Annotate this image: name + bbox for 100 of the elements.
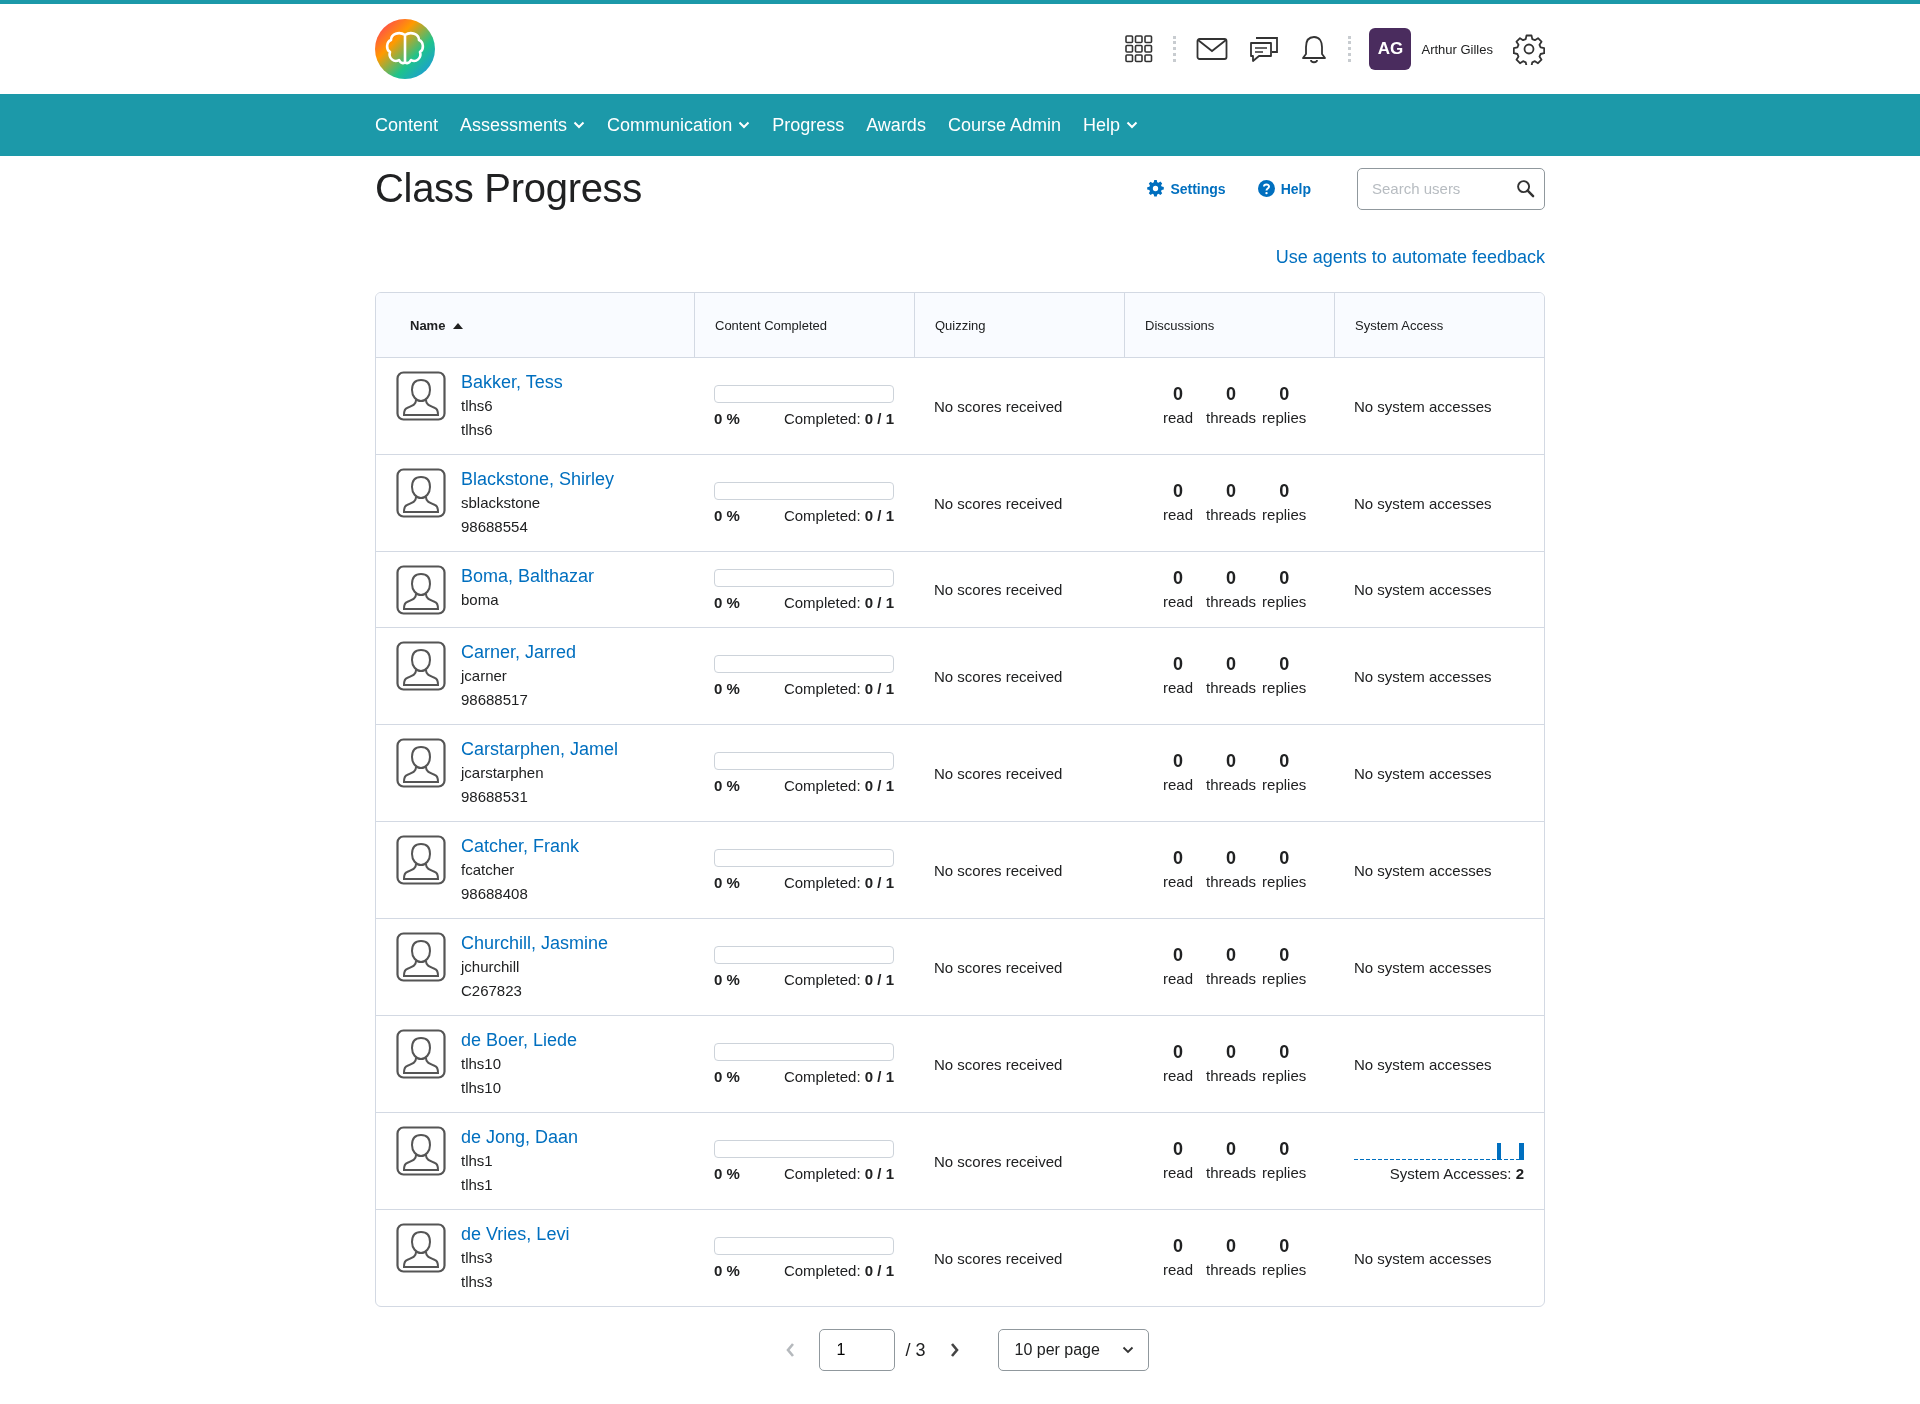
sort-arrow-icon[interactable] <box>453 321 464 329</box>
user-silhouette-icon <box>396 1223 446 1273</box>
user-avatar[interactable]: AG <box>1369 28 1412 70</box>
settings-link[interactable]: Settings <box>1147 180 1226 197</box>
discussion-label: threads <box>1206 872 1257 892</box>
completed-label: Completed: <box>783 1068 861 1085</box>
discussion-count: 0 <box>1173 653 1183 676</box>
student-name-link[interactable]: Bakker, Tess <box>461 370 563 394</box>
access-status: No system accesses <box>1354 397 1492 415</box>
user-name[interactable]: Arthur Gilles <box>1421 41 1493 57</box>
chevron-down-icon[interactable] <box>1121 1346 1134 1354</box>
user-id: fcatcher <box>461 860 516 880</box>
student-name-link[interactable]: Boma, Balthazar <box>461 564 595 588</box>
user-silhouette-icon <box>396 1029 446 1079</box>
quizzing-status: No scores received <box>934 581 1063 598</box>
quizzing-status: No scores received <box>934 667 1063 685</box>
completed-value: 0 / 1 <box>864 874 894 891</box>
discussion-label: threads <box>1206 505 1257 525</box>
nav-link[interactable]: Help <box>1082 114 1138 136</box>
help-link[interactable]: Help <box>1257 180 1311 197</box>
percent-value: 0 % <box>714 1262 740 1279</box>
discussion-count: 0 <box>1173 944 1183 967</box>
discussion-count: 0 <box>1226 847 1237 870</box>
discussion-label: replies <box>1262 775 1307 795</box>
quizzing-status: No scores received <box>934 1152 1063 1170</box>
nav-link[interactable]: Progress <box>772 114 845 136</box>
completed-label: Completed: <box>783 507 861 524</box>
completed-value: 0 / 1 <box>864 593 894 611</box>
discussion-label: read <box>1163 1163 1193 1183</box>
completed-label: Completed: <box>783 1165 861 1182</box>
discussion-count: 0 <box>1226 480 1237 503</box>
app-grid-icon[interactable] <box>1125 34 1154 64</box>
discussion-count: 0 <box>1279 566 1290 590</box>
logo-icon[interactable] <box>375 19 435 79</box>
student-name-link[interactable]: Blackstone, Shirley <box>461 467 615 491</box>
column-header: Discussions <box>1145 317 1215 333</box>
nav-link[interactable]: Communication <box>607 114 751 136</box>
search-icon[interactable] <box>1516 178 1535 198</box>
chat-icon[interactable] <box>1248 34 1281 64</box>
discussion-label: threads <box>1206 408 1257 428</box>
discussion-count: 0 <box>1226 1138 1237 1161</box>
discussion-label: threads <box>1206 1066 1257 1086</box>
discussion-count: 0 <box>1279 653 1290 676</box>
percent-value: 0 % <box>714 680 740 697</box>
user-id: sblackstone <box>461 493 542 513</box>
completed-label: Completed: <box>783 680 861 697</box>
discussion-count: 0 <box>1226 566 1237 590</box>
student-name-link[interactable]: de Vries, Levi <box>461 1222 570 1246</box>
discussion-label: threads <box>1206 591 1257 612</box>
nav-link[interactable]: Course Admin <box>947 114 1061 136</box>
completed-label: Completed: <box>783 777 861 794</box>
percent-value: 0 % <box>714 971 740 988</box>
percent-value: 0 % <box>714 1068 740 1085</box>
discussion-count: 0 <box>1173 383 1183 406</box>
access-status: No system accesses <box>1354 958 1492 976</box>
quizzing-status: No scores received <box>934 1055 1063 1073</box>
user-silhouette-icon <box>396 371 446 421</box>
discussion-count: 0 <box>1173 1138 1183 1161</box>
student-name-link[interactable]: Catcher, Frank <box>461 834 580 858</box>
student-name-link[interactable]: de Jong, Daan <box>461 1125 579 1149</box>
nav-link[interactable]: Content <box>375 114 439 136</box>
page-number-field[interactable]: 1 <box>819 1329 896 1371</box>
nav-link[interactable]: Awards <box>866 114 926 136</box>
user-id: C267823 <box>461 981 523 1001</box>
per-page-dropdown[interactable]: 10 per page <box>997 1329 1149 1371</box>
student-name-link[interactable]: Carner, Jarred <box>461 640 577 664</box>
discussion-count: 0 <box>1279 480 1290 503</box>
discussion-label: threads <box>1206 1163 1257 1183</box>
discussion-count: 0 <box>1173 566 1183 590</box>
user-id: tlhs3 <box>461 1272 494 1292</box>
search-field[interactable]: Search users <box>1357 167 1545 210</box>
page-total: / 3 <box>905 1339 926 1361</box>
help-icon[interactable] <box>1257 180 1275 197</box>
settings-icon[interactable] <box>1513 33 1545 65</box>
discussion-label: threads <box>1206 1260 1257 1280</box>
discussion-label: read <box>1163 969 1193 989</box>
completed-value: 0 / 1 <box>864 1165 894 1182</box>
sortable-column-header[interactable]: Name <box>410 317 464 333</box>
user-id: jcarstarphen <box>461 763 545 783</box>
user-id: tlhs6 <box>461 420 494 440</box>
feedback-link[interactable]: Use agents to automate feedback <box>1275 247 1545 268</box>
student-name-link[interactable]: Carstarphen, Jamel <box>461 737 619 761</box>
student-name-link[interactable]: de Boer, Liede <box>461 1028 578 1052</box>
access-status: No system accesses <box>1354 764 1492 782</box>
user-silhouette-icon <box>396 1126 446 1176</box>
nav-link[interactable]: Assessments <box>460 114 586 136</box>
next-page-icon[interactable] <box>949 1342 960 1358</box>
column-header: System Access <box>1355 317 1444 333</box>
bell-icon[interactable] <box>1300 34 1329 64</box>
student-name-link[interactable]: Churchill, Jasmine <box>461 931 609 955</box>
access-status: No system accesses <box>1354 494 1492 512</box>
completed-label: Completed: <box>783 874 861 891</box>
discussion-label: read <box>1163 1066 1193 1086</box>
user-id: jchurchill <box>461 957 521 977</box>
user-id: tlhs1 <box>461 1175 494 1195</box>
user-silhouette-icon <box>396 565 446 615</box>
completed-value: 0 / 1 <box>864 680 894 697</box>
completed-value: 0 / 1 <box>864 1262 894 1279</box>
discussion-label: replies <box>1262 872 1307 892</box>
gear-icon[interactable] <box>1147 180 1165 197</box>
